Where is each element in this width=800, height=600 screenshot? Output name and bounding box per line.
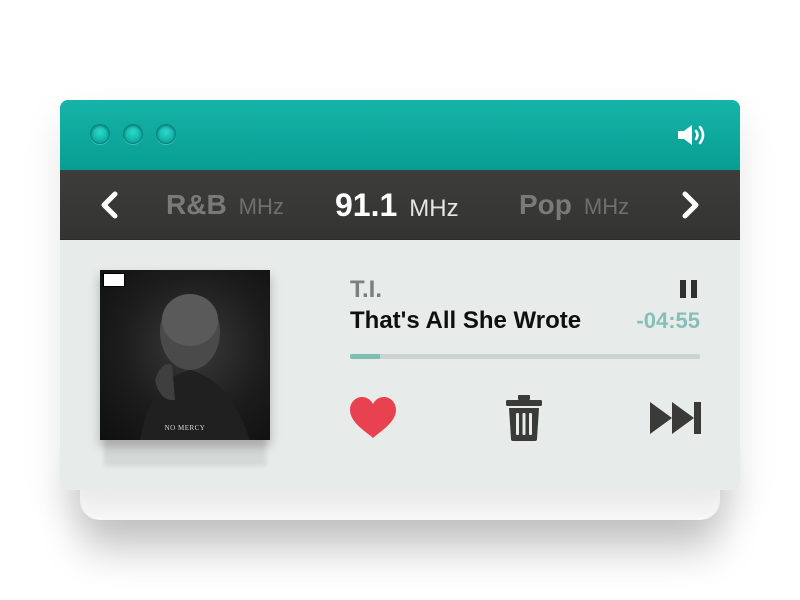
skip-next-icon[interactable] xyxy=(650,400,702,436)
radio-player-window: R&B MHz 91.1 MHz Pop MHz NO MERCY T.I. That… xyxy=(60,100,740,490)
station-prev[interactable]: R&B MHz xyxy=(166,170,284,240)
station-name: Pop xyxy=(519,189,572,220)
station-next[interactable]: Pop MHz xyxy=(519,170,629,240)
volume-icon[interactable] xyxy=(676,123,710,147)
album-title: NO MERCY xyxy=(164,424,206,432)
trash-icon[interactable] xyxy=(504,395,544,441)
pause-icon[interactable] xyxy=(680,280,698,298)
station-unit: MHz xyxy=(238,194,284,219)
progress-bar[interactable] xyxy=(350,354,700,359)
station-unit: MHz xyxy=(409,195,459,222)
station-unit: MHz xyxy=(583,194,630,219)
album-portrait xyxy=(140,294,250,440)
time-remaining: -04:55 xyxy=(636,308,700,333)
station-current: 91.1 MHz xyxy=(335,170,459,240)
window-control-dot[interactable] xyxy=(90,124,110,144)
album-cover: NO MERCY xyxy=(100,270,270,440)
window-control-dot[interactable] xyxy=(123,124,143,144)
heart-icon[interactable] xyxy=(348,396,398,440)
chevron-right-icon[interactable] xyxy=(678,190,702,220)
window-control-dot[interactable] xyxy=(156,124,176,144)
chevron-left-icon[interactable] xyxy=(98,190,122,220)
title-bar xyxy=(60,100,740,170)
parental-advisory-badge xyxy=(103,273,125,287)
track-title: That's All She Wrote xyxy=(350,307,582,334)
station-name: R&B xyxy=(166,189,227,220)
artist-name: T.I. xyxy=(350,276,383,303)
station-bar: R&B MHz 91.1 MHz Pop MHz xyxy=(60,170,740,240)
progress-fill xyxy=(350,354,380,359)
station-frequency: 91.1 xyxy=(335,187,398,223)
album-cover-shadow xyxy=(104,440,266,466)
